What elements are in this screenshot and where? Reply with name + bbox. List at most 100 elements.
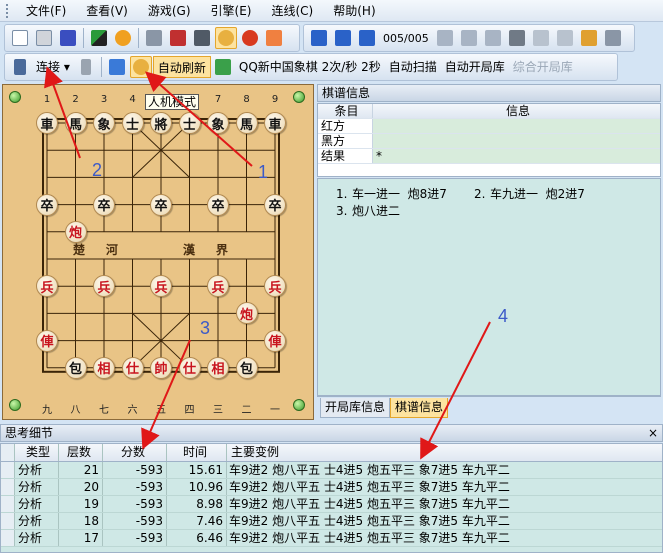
river-text-left: 楚 河 [73,243,118,257]
table-row[interactable]: 黑方 [318,134,660,149]
menu-view[interactable]: 查看(V) [76,1,138,21]
chess-piece[interactable]: 馬 [235,112,258,134]
auto-open-book-button[interactable]: 自动开局库 [441,56,509,78]
tool-button[interactable] [506,27,528,49]
move-list[interactable]: 1. 车一进一 炮8进7 2. 车九进一 炮2进7 3. 炮八进二 [317,178,661,396]
menu-connect[interactable]: 连线(C) [261,1,323,21]
window-button[interactable] [143,27,165,49]
paste2-button[interactable] [578,27,600,49]
column-header-score[interactable]: 分数 [103,444,167,461]
file-label: 4 [129,94,136,105]
save-button[interactable] [57,27,79,49]
window3-icon [194,30,210,46]
pin-button[interactable] [75,56,97,78]
new-button[interactable] [9,27,31,49]
move[interactable]: 车一进一 炮8进7 [352,185,474,202]
column-header-depth[interactable]: 层数 [59,444,103,461]
chess-piece[interactable]: 士 [121,112,144,134]
paste2-icon [580,30,597,46]
table-row[interactable]: 结果 * [318,149,660,164]
chess-piece[interactable]: 象 [93,112,115,134]
row-value[interactable]: * [373,149,660,163]
corner-indicator [9,91,21,103]
chess-piece[interactable]: 將 [150,112,172,134]
cell-type: 分析 [15,513,59,529]
chess-piece[interactable]: 包 [235,356,258,379]
window3-button[interactable] [191,27,213,49]
menu-game[interactable]: 游戏(G) [138,1,201,21]
chess-piece[interactable]: 卒 [93,193,115,216]
table-row[interactable]: 分析 20 -593 10.96 车9进2 炮八平五 士4进5 炮五平三 象7进5 车九… [1,479,662,496]
clock-button[interactable] [112,27,134,49]
corner-indicator [293,91,305,103]
find-board-button[interactable] [129,56,152,78]
tab-opening-book[interactable]: 开局库信息 [320,398,391,418]
open-button[interactable] [33,27,55,49]
board-flip-button[interactable] [88,27,110,49]
move[interactable]: 车九进一 炮2进7 [490,185,612,202]
settings-button[interactable] [602,27,624,49]
chess-piece[interactable]: 炮 [64,220,87,243]
move-number: 3. [336,203,348,218]
chess-piece[interactable]: 車 [36,112,58,134]
auto-scan-button[interactable]: 自动扫描 [385,56,441,78]
zoom-button[interactable] [215,27,237,49]
chess-piece[interactable]: 卒 [207,193,229,216]
chess-piece[interactable]: 士 [178,112,201,134]
chess-piece[interactable]: 卒 [150,193,172,216]
chess-piece[interactable]: 俥 [36,329,58,352]
window2-icon [170,30,186,46]
table-row[interactable]: 分析 17 -593 6.46 车9进2 炮八平五 士4进5 炮五平三 象7进5 车九平… [1,530,662,547]
engine-button[interactable] [106,56,128,78]
chess-piece[interactable]: 帥 [150,356,172,379]
cell-depth: 20 [59,479,103,495]
combined-book-button[interactable]: 综合开局库 [509,56,577,78]
chess-board[interactable]: 123456789 九八七六五四三二一 楚 河 漢 界 車馬象士將士象馬車卒卒卒… [2,84,314,420]
menu-engine[interactable]: 引擎(E) [201,1,262,21]
last-move-button[interactable] [482,27,504,49]
chess-piece[interactable]: 卒 [36,193,58,216]
tab-record-info[interactable]: 棋谱信息 [390,398,449,418]
first-move-button[interactable] [308,27,330,49]
chess-piece[interactable]: 炮 [235,302,258,325]
row-value[interactable] [373,134,660,148]
connect-icon-button[interactable] [9,56,31,78]
chess-piece[interactable]: 仕 [121,356,144,379]
column-header-time[interactable]: 时间 [167,444,227,461]
table-row[interactable]: 红方 [318,119,660,134]
row-value[interactable] [373,119,660,133]
close-icon[interactable]: × [648,425,658,441]
stop-button[interactable] [239,27,261,49]
next-fast-button[interactable] [458,27,480,49]
refresh-button[interactable] [212,56,234,78]
next-move-button[interactable] [434,27,456,49]
table-row[interactable]: 分析 18 -593 7.46 车9进2 炮八平五 士4进5 炮五平三 象7进5 车九平… [1,513,662,530]
copy-button[interactable] [530,27,552,49]
prev-move-button[interactable] [356,27,378,49]
table-row[interactable]: 分析 21 -593 15.61 车9进2 炮八平五 士4进5 炮五平三 象7进5 车九… [1,462,662,479]
analysis-title-text: 思考细节 [5,426,54,440]
auto-refresh-button[interactable]: 自动刷新 [152,56,211,78]
chess-piece[interactable]: 相 [93,356,115,379]
chess-piece[interactable]: 相 [207,356,229,379]
pause-button[interactable] [263,27,285,49]
table-row[interactable]: 分析 19 -593 8.98 车9进2 炮八平五 士4进5 炮五平三 象7进5 车九平… [1,496,662,513]
chess-piece[interactable]: 俥 [264,329,286,352]
chess-piece[interactable]: 包 [64,356,87,379]
column-header-pv[interactable]: 主要变例 [227,444,662,461]
chess-piece[interactable]: 車 [264,112,286,134]
chess-piece[interactable]: 仕 [178,356,201,379]
menubar-grip [6,3,10,18]
annotation-label: 3 [200,318,211,338]
chess-piece[interactable]: 象 [207,112,229,134]
move[interactable]: 炮八进二 [352,202,474,219]
menu-help[interactable]: 帮助(H) [323,1,385,21]
chess-piece[interactable]: 卒 [264,193,286,216]
chess-piece[interactable]: 馬 [64,112,87,134]
menu-file[interactable]: 文件(F) [16,1,76,21]
window2-button[interactable] [167,27,189,49]
paste-button[interactable] [554,27,576,49]
connect-dropdown[interactable]: 连接 ▾ [32,56,74,78]
prev-fast-button[interactable] [332,27,354,49]
column-header-type[interactable]: 类型 [15,444,59,461]
